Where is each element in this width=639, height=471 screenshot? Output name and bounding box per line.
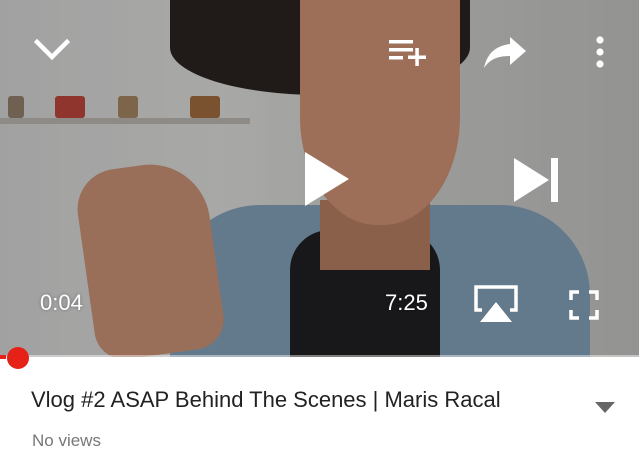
current-time: 0:04 (40, 290, 83, 315)
progress-bar[interactable] (0, 355, 639, 359)
airplay-icon[interactable] (472, 283, 520, 325)
video-title: Vlog #2 ASAP Behind The Scenes | Maris R… (31, 387, 501, 412)
minimize-chevron-icon[interactable] (30, 33, 74, 67)
add-to-playlist-icon[interactable] (386, 35, 430, 69)
share-icon[interactable] (480, 32, 530, 72)
expand-details-icon[interactable] (593, 399, 617, 415)
view-count: No views (32, 431, 101, 450)
fullscreen-icon[interactable] (568, 289, 600, 321)
more-options-icon[interactable] (588, 34, 612, 70)
progress-played (0, 355, 6, 359)
duration: 7:25 (385, 290, 428, 315)
next-icon[interactable] (508, 154, 564, 206)
video-player[interactable]: 0:04 7:25 (0, 0, 639, 357)
play-icon[interactable] (298, 148, 354, 210)
scrubber-handle[interactable] (7, 347, 29, 369)
